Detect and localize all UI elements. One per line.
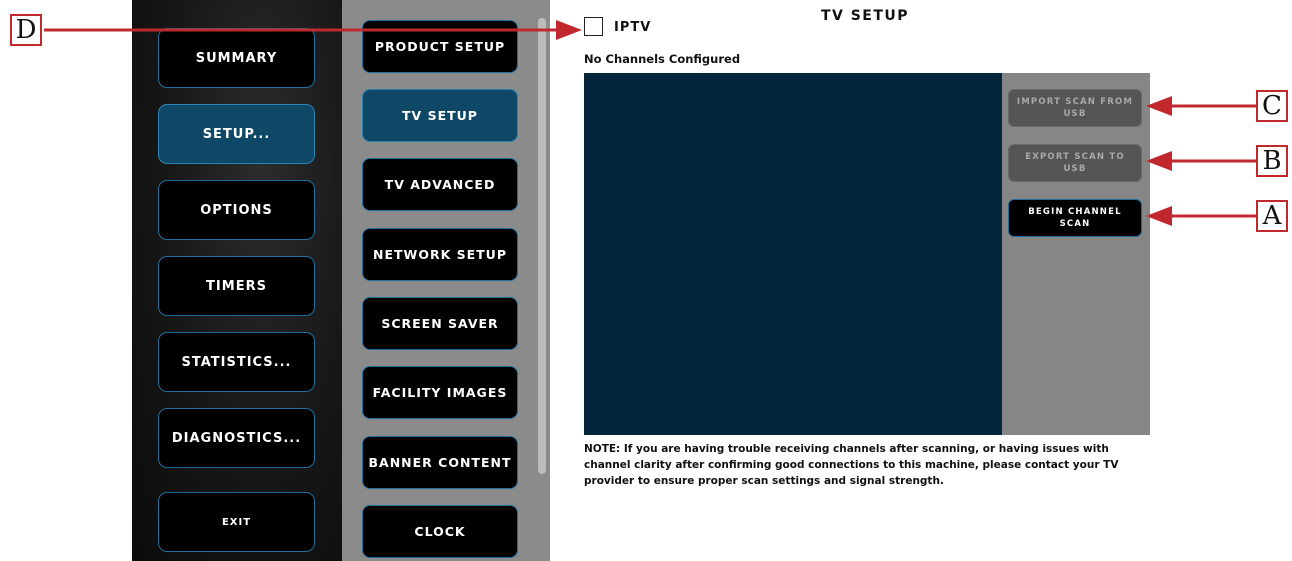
setup-submenu-panel: PRODUCT SETUP TV SETUP TV ADVANCED NETWO…	[342, 0, 550, 561]
submenu-product-setup-button[interactable]: PRODUCT SETUP	[362, 20, 518, 73]
submenu-screen-saver-button[interactable]: SCREEN SAVER	[362, 297, 518, 350]
callout-arrow-b	[1146, 151, 1258, 171]
nav-statistics-button[interactable]: STATISTICS...	[158, 332, 315, 392]
trouble-note: NOTE: If you are having trouble receivin…	[584, 443, 1119, 487]
iptv-label: IPTV	[614, 20, 652, 35]
callout-arrow-a	[1146, 206, 1258, 226]
callout-arrow-c	[1146, 96, 1258, 116]
nav-summary-button[interactable]: SUMMARY	[158, 28, 315, 88]
iptv-checkbox[interactable]	[584, 17, 603, 36]
submenu-banner-content-button[interactable]: BANNER CONTENT	[362, 436, 518, 489]
callout-label-d: D	[10, 14, 42, 46]
export-scan-button[interactable]: EXPORT SCAN TO USB	[1008, 144, 1142, 182]
begin-channel-scan-button[interactable]: BEGIN CHANNEL SCAN	[1008, 199, 1142, 237]
callout-label-c: C	[1256, 90, 1288, 122]
nav-diagnostics-button[interactable]: DIAGNOSTICS...	[158, 408, 315, 468]
submenu-clock-button[interactable]: CLOCK	[362, 505, 518, 558]
page-title: TV SETUP	[820, 8, 910, 24]
channel-status-text: No Channels Configured	[584, 52, 741, 66]
nav-exit-button[interactable]: EXIT	[158, 492, 315, 552]
channel-list-panel[interactable]	[584, 73, 1002, 435]
submenu-tv-setup-button[interactable]: TV SETUP	[362, 89, 518, 142]
nav-setup-button[interactable]: SETUP...	[158, 104, 315, 164]
callout-label-a: A	[1256, 200, 1288, 232]
nav-options-button[interactable]: OPTIONS	[158, 180, 315, 240]
submenu-tv-advanced-button[interactable]: TV ADVANCED	[362, 158, 518, 211]
submenu-network-setup-button[interactable]: NETWORK SETUP	[362, 228, 518, 281]
main-nav-panel: SUMMARY SETUP... OPTIONS TIMERS STATISTI…	[132, 0, 342, 561]
nav-timers-button[interactable]: TIMERS	[158, 256, 315, 316]
submenu-facility-images-button[interactable]: FACILITY IMAGES	[362, 366, 518, 419]
submenu-scrollbar[interactable]	[538, 18, 546, 474]
scan-actions-panel	[1002, 73, 1150, 435]
import-scan-button[interactable]: IMPORT SCAN FROM USB	[1008, 89, 1142, 127]
callout-label-b: B	[1256, 145, 1288, 177]
